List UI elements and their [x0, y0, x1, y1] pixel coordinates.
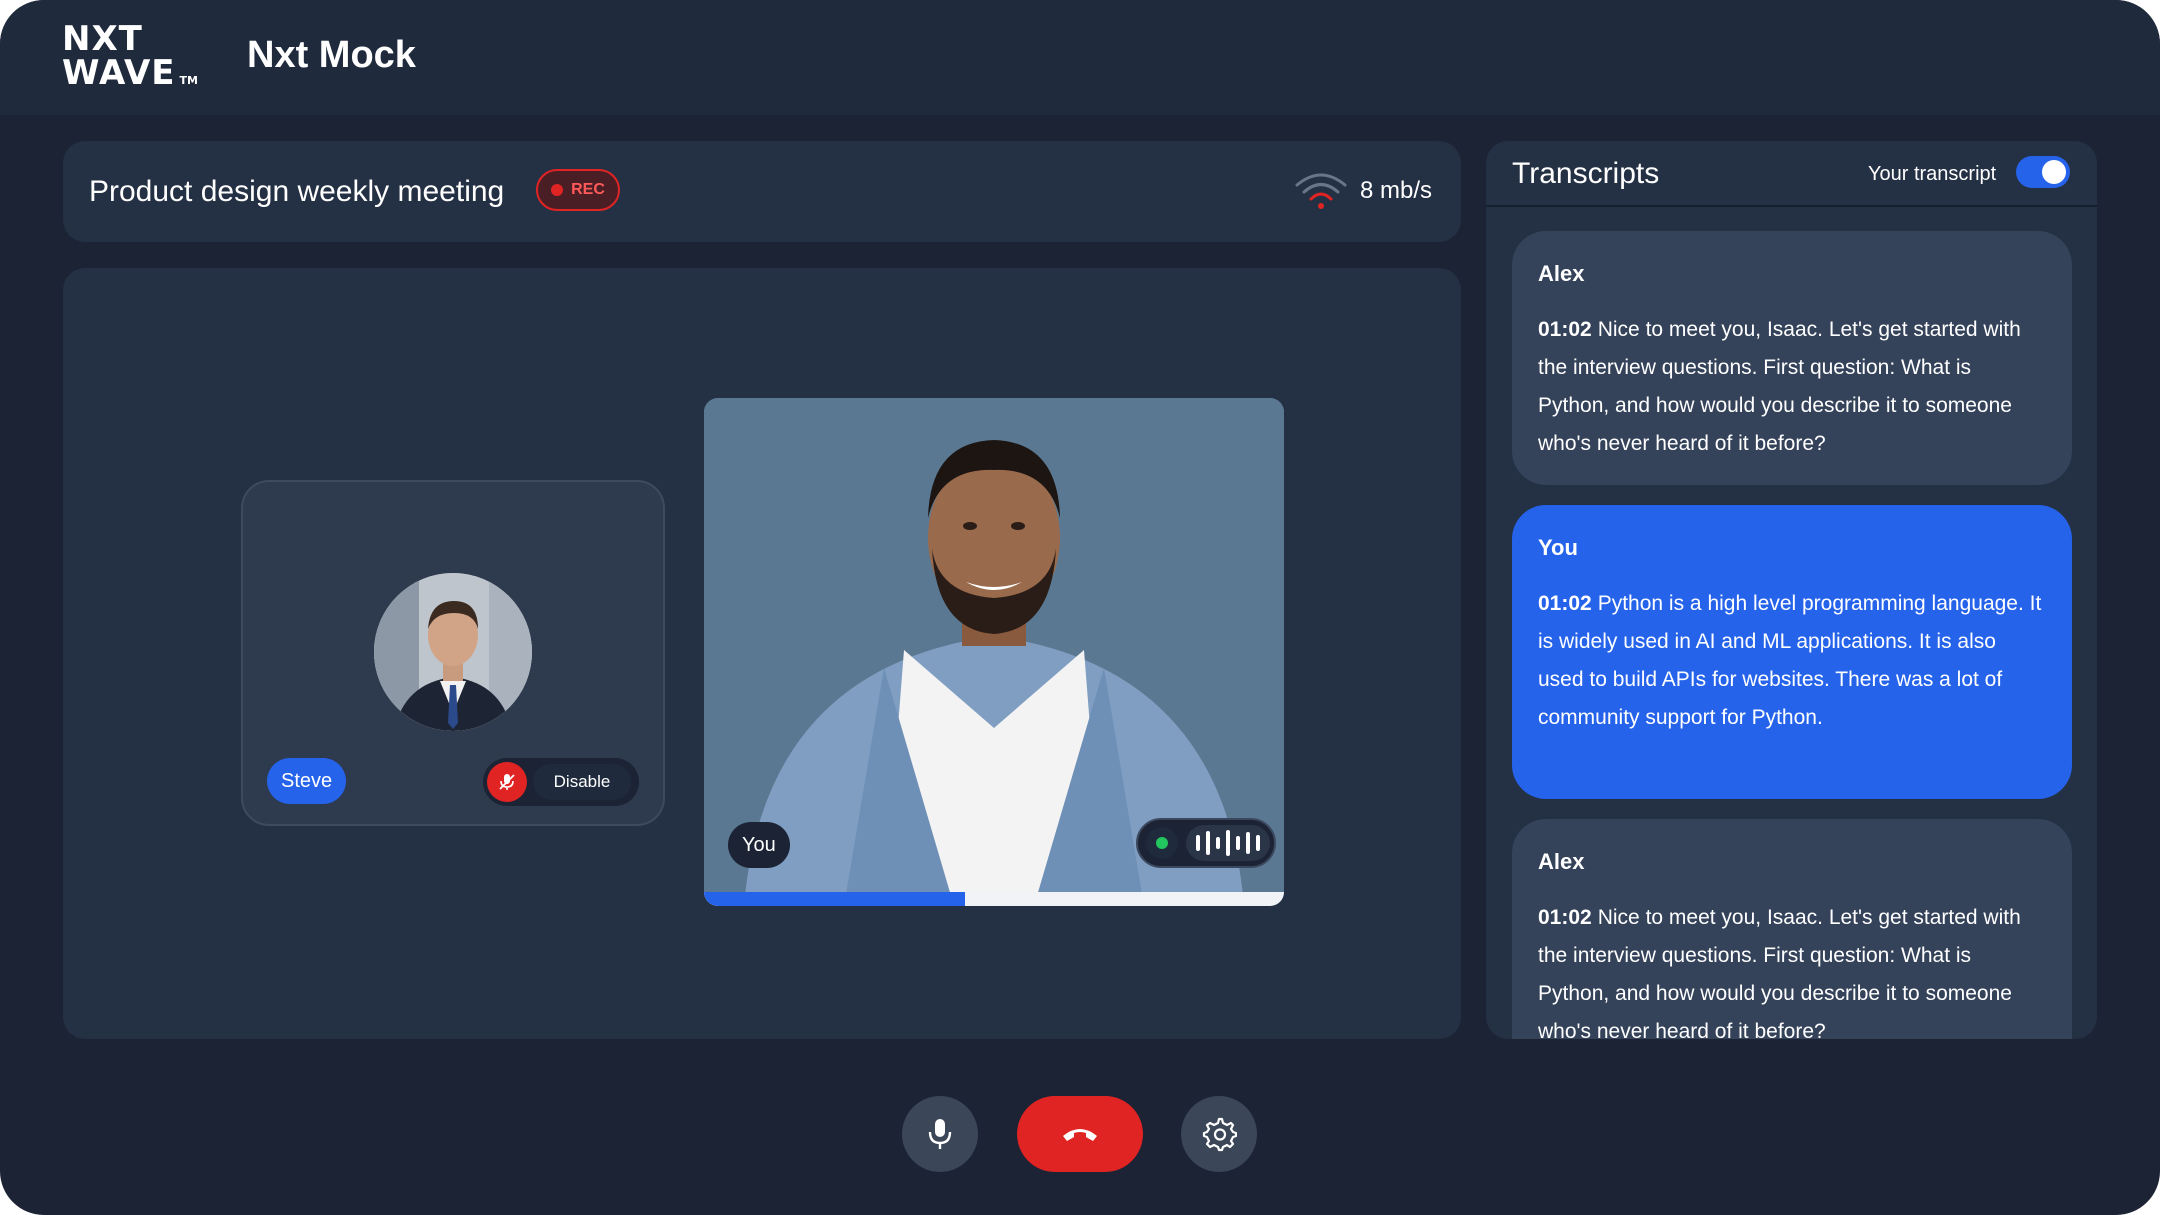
avatar [374, 573, 532, 731]
message-text: Nice to meet you, Isaac. Let's get start… [1538, 906, 2021, 1039]
meeting-title: Product design weekly meeting [89, 175, 505, 208]
transcript-message-self: You 01:02 Python is a high level programm… [1512, 505, 2072, 799]
meeting-info-bar: Product design weekly meeting REC 8 mb/s [63, 141, 1461, 242]
transcripts-panel: Transcripts Your transcript Alex 01:02 Ni… [1486, 141, 2097, 1039]
mic-muted-button[interactable] [487, 762, 527, 802]
audio-wave-icon [1186, 825, 1270, 861]
microphone-button[interactable] [902, 1096, 978, 1172]
live-status-icon [1146, 827, 1178, 859]
app-window: NXT WAVE TM Nxt Mock Product design weekl… [0, 0, 2160, 1215]
record-dot-icon [551, 184, 564, 196]
message-speaker: Alex [1538, 261, 1585, 286]
nxtwave-logo: NXT WAVE TM [62, 22, 202, 94]
participant-tile-steve[interactable]: Steve Disable [241, 480, 665, 826]
gear-icon [1202, 1117, 1237, 1152]
message-speaker: You [1538, 535, 1578, 560]
wifi-icon [1295, 173, 1347, 209]
logo-line-2: WAVE [62, 53, 176, 93]
message-time: 01:02 [1538, 318, 1592, 341]
disable-button[interactable]: Disable [533, 764, 631, 800]
message-text: Nice to meet you, Isaac. Let's get start… [1538, 318, 2021, 455]
message-speaker: Alex [1538, 849, 1585, 874]
transcript-message: Alex 01:02 Nice to meet you, Isaac. Let's… [1512, 819, 2072, 1039]
recording-badge: REC [536, 169, 620, 211]
transcript-message: Alex 01:02 Nice to meet you, Isaac. Let's… [1512, 231, 2072, 485]
phone-hangup-icon [1063, 1129, 1097, 1141]
transcripts-header: Transcripts Your transcript [1486, 141, 2097, 207]
video-stage: Steve Disable You [63, 268, 1461, 1039]
logo-trademark: TM [179, 74, 198, 87]
toggle-knob [2042, 160, 2066, 184]
progress-fill [704, 892, 965, 906]
network-speed: 8 mb/s [1360, 177, 1433, 204]
message-body: 01:02 Python is a high level programming … [1538, 585, 2046, 737]
mic-off-icon [499, 774, 515, 790]
steve-avatar-image [374, 573, 532, 731]
message-time: 01:02 [1538, 906, 1592, 929]
interview-progress-bar [704, 892, 1284, 906]
mute-control: Disable [483, 758, 639, 806]
message-time: 01:02 [1538, 592, 1592, 615]
app-title: Nxt Mock [247, 34, 416, 76]
participant-name: Steve [281, 770, 333, 792]
recording-label: REC [571, 181, 605, 198]
audio-activity-indicator [1136, 818, 1276, 868]
message-text: Python is a high level programming langu… [1538, 592, 2042, 729]
participant-tile-you[interactable]: You [704, 398, 1284, 906]
settings-button[interactable] [1181, 1096, 1257, 1172]
message-body: 01:02 Nice to meet you, Isaac. Let's get … [1538, 899, 2046, 1039]
self-name: You [742, 834, 776, 856]
transcripts-title: Transcripts [1512, 157, 1660, 190]
your-transcript-toggle[interactable] [2016, 156, 2070, 188]
microphone-icon [928, 1119, 952, 1149]
self-name-badge: You [728, 822, 790, 868]
your-transcript-label: Your transcript [1868, 163, 1997, 185]
participant-name-badge: Steve [267, 758, 347, 804]
top-bar: NXT WAVE TM Nxt Mock [0, 0, 2160, 115]
logo-line-1: NXT [62, 19, 143, 59]
end-call-button[interactable] [1017, 1096, 1143, 1172]
message-body: 01:02 Nice to meet you, Isaac. Let's get … [1538, 311, 2046, 463]
